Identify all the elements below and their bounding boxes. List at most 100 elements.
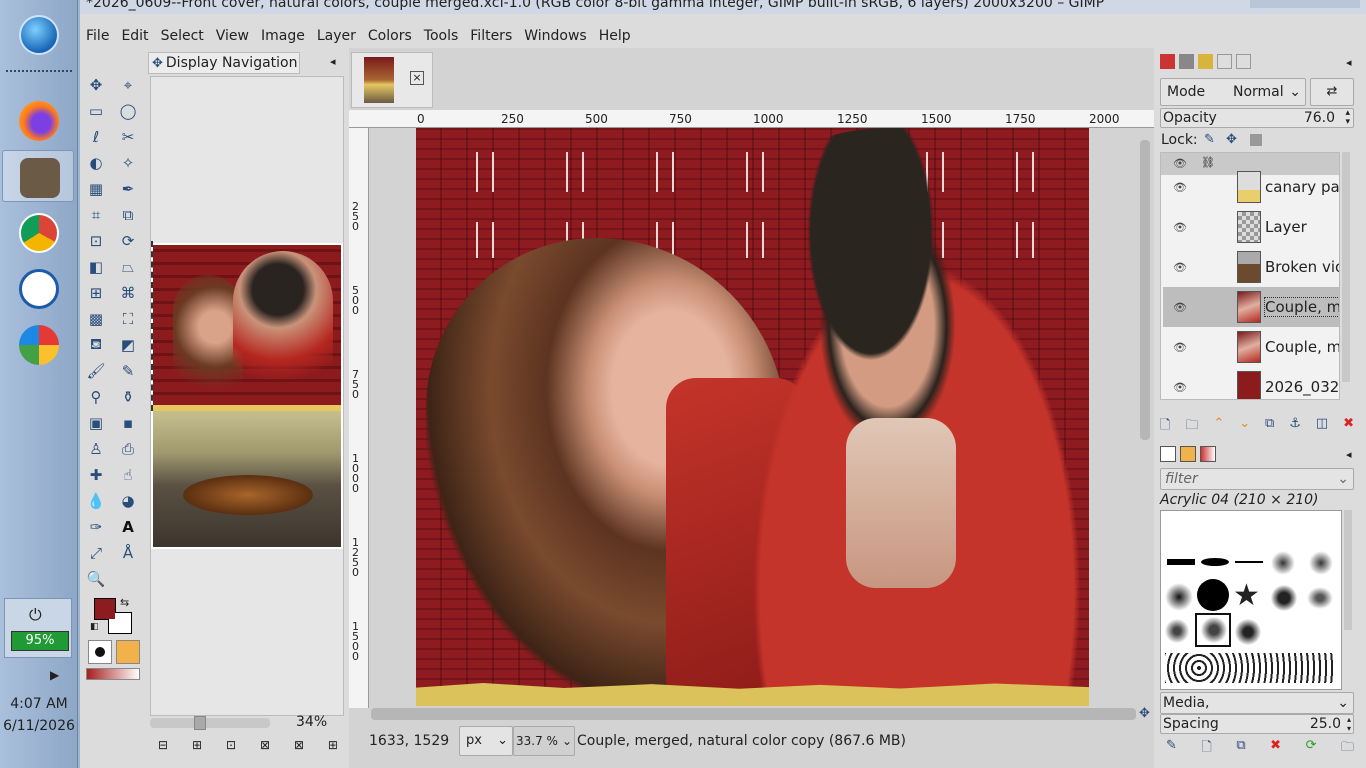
paths-tab-icon[interactable] xyxy=(1198,54,1213,69)
airbrush-icon[interactable]: ⚲ xyxy=(84,386,108,408)
move-tool-icon[interactable]: ✥ xyxy=(84,74,108,96)
foreground-select-icon[interactable]: ◐ xyxy=(84,152,108,174)
color-select-icon[interactable]: ▦ xyxy=(84,178,108,200)
brushes-tab-icon[interactable] xyxy=(1160,446,1176,462)
ellipse-select-icon[interactable]: ◯ xyxy=(116,100,140,122)
brush-grid[interactable]: ★ xyxy=(1160,510,1342,690)
mypaint-brush-icon[interactable]: ▣ xyxy=(84,412,108,434)
eye-icon[interactable]: 👁 xyxy=(1173,221,1187,234)
crop-tool-icon[interactable]: ⌗ xyxy=(84,204,108,226)
new-brush-icon[interactable]: 🗋 xyxy=(1201,738,1211,760)
perspective-clone-icon[interactable]: ⎙ xyxy=(116,438,140,460)
tab-display-navigation[interactable]: ✥ Display Navigation xyxy=(148,52,300,74)
duplicate-brush-icon[interactable]: ⧉ xyxy=(1236,738,1245,760)
eraser-icon[interactable]: ▪ xyxy=(116,412,140,434)
scale-tool-icon[interactable]: ⊡ xyxy=(84,230,108,252)
layer-row[interactable]: 👁 Layer xyxy=(1163,207,1339,247)
refresh-brushes-icon[interactable]: ⟳ xyxy=(1306,738,1317,760)
rotate-tool-icon[interactable]: ⟳ xyxy=(116,230,140,252)
text-tool-icon[interactable]: A xyxy=(116,516,140,538)
new-layer-icon[interactable]: 🗋 xyxy=(1160,416,1170,438)
image-tab[interactable]: × xyxy=(351,52,433,108)
images-tab-icon[interactable] xyxy=(1236,54,1251,69)
window-titlebar[interactable]: *2026_0609--Front cover, natural colors,… xyxy=(80,0,1366,14)
reset-colors-icon[interactable]: ◧ xyxy=(90,622,99,632)
blur-tool-icon[interactable]: 💧 xyxy=(84,490,108,512)
brush-filter-field[interactable]: filter ⌄ xyxy=(1160,468,1354,490)
lock-alpha-icon[interactable] xyxy=(1250,134,1262,146)
gradient-tool-icon[interactable]: ◩ xyxy=(116,334,140,356)
brush-tag-field[interactable]: Media, ⌄ xyxy=(1160,692,1354,714)
pattern-preview[interactable] xyxy=(116,640,140,664)
tray-expand-icon[interactable]: ▶ xyxy=(50,668,59,682)
layers-scrollbar[interactable] xyxy=(1342,152,1350,382)
nav-zoom-slider[interactable] xyxy=(150,716,270,730)
smudge-tool-icon[interactable]: ☝ xyxy=(116,464,140,486)
mode-switch[interactable]: ⇄ xyxy=(1310,78,1354,106)
rect-select-icon[interactable]: ▭ xyxy=(84,100,108,122)
navigation-preview[interactable] xyxy=(151,243,343,549)
patterns-tab-icon[interactable] xyxy=(1180,446,1196,462)
image-canvas[interactable] xyxy=(416,128,1089,706)
mode-select[interactable]: Mode Normal ⌄ xyxy=(1160,78,1306,106)
handle-transform-icon[interactable]: ⛶ xyxy=(116,308,140,330)
taskbar-photos-app[interactable] xyxy=(2,318,74,370)
lasso-icon[interactable]: ℓ xyxy=(84,126,108,148)
zoom-select[interactable]: 33.7 % ⌄ xyxy=(513,726,575,756)
clock-time[interactable]: 4:07 AM xyxy=(0,696,78,712)
mask-layer-icon[interactable]: ◫ xyxy=(1316,416,1328,438)
menu-layer[interactable]: Layer xyxy=(311,24,362,48)
warp-transform-icon[interactable]: ⌘ xyxy=(116,282,140,304)
brush-preview[interactable] xyxy=(88,640,112,664)
taskbar-firefox[interactable] xyxy=(2,94,74,146)
opacity-spinner[interactable]: Opacity 76.0 ▴ ▾ xyxy=(1160,108,1354,128)
window-controls[interactable] xyxy=(1250,0,1360,8)
unit-select[interactable]: px ⌄ xyxy=(459,726,513,756)
zoom-tool-icon[interactable]: 🔍 xyxy=(84,568,108,590)
menu-colors[interactable]: Colors xyxy=(362,24,418,48)
clone-tool-icon[interactable]: ♙ xyxy=(84,438,108,460)
layer-row-selected[interactable]: 👁 Couple, me xyxy=(1163,287,1339,327)
dock-menu-icon[interactable]: ◂ xyxy=(1346,448,1352,461)
zoom-fit-icon[interactable]: ⊠ xyxy=(260,738,270,752)
brush-scrollbar[interactable] xyxy=(1344,510,1352,630)
layers-list[interactable]: 👁⛓ 👁canary pap 👁Layer 👁Broken vio 👁Coupl… xyxy=(1160,152,1340,400)
zoom-1to1-icon[interactable]: ⊡ xyxy=(226,738,236,752)
battery-tray[interactable]: ⏻ 95% xyxy=(4,598,72,658)
bucket-fill-icon[interactable]: ⛾ xyxy=(84,334,108,356)
eye-icon[interactable]: 👁 xyxy=(1173,381,1187,394)
paintbrush-icon[interactable]: 🖌 xyxy=(84,360,108,382)
perspective-tool-icon[interactable]: ⏢ xyxy=(116,256,140,278)
lower-layer-icon[interactable]: ⌄ xyxy=(1239,416,1250,438)
nav-zoom-thumb[interactable] xyxy=(194,716,206,730)
paths-tool-icon[interactable]: ✒ xyxy=(116,178,140,200)
taskbar-pen-app[interactable] xyxy=(2,262,74,314)
delete-layer-icon[interactable]: ✖ xyxy=(1343,416,1354,438)
taskbar-chrome[interactable] xyxy=(2,206,74,258)
clock-date[interactable]: 6/11/2026 xyxy=(0,718,78,734)
delete-brush-icon[interactable]: ✖ xyxy=(1270,738,1281,760)
new-group-icon[interactable]: 🗀 xyxy=(1185,416,1198,438)
open-brush-folder-icon[interactable]: 🗀 xyxy=(1341,738,1354,760)
measure-tool-icon[interactable]: Å xyxy=(116,542,140,564)
cage-transform-icon[interactable]: ⊞ xyxy=(84,282,108,304)
checker-tool-icon[interactable]: ▩ xyxy=(84,308,108,330)
heal-tool-icon[interactable]: ✚ xyxy=(84,464,108,486)
menu-edit[interactable]: Edit xyxy=(115,24,154,48)
eye-icon[interactable]: 👁 xyxy=(1173,181,1187,194)
menu-windows[interactable]: Windows xyxy=(518,24,593,48)
menu-view[interactable]: View xyxy=(210,24,255,48)
dock-menu-icon[interactable]: ◂ xyxy=(330,55,336,68)
gradient-preview[interactable] xyxy=(86,668,140,680)
lock-pixels-icon[interactable]: ✎ xyxy=(1204,132,1215,147)
horizontal-ruler[interactable]: 0 250 500 750 1000 1250 1500 1750 2000 xyxy=(349,110,1154,128)
layer-row[interactable]: 👁 Couple, me xyxy=(1163,327,1339,367)
menu-file[interactable]: File xyxy=(80,24,115,48)
shrink-wrap-icon[interactable]: ⊞ xyxy=(328,738,338,752)
paths-pen-icon[interactable]: ✑ xyxy=(84,516,108,538)
start-button[interactable] xyxy=(2,8,74,60)
eye-icon[interactable]: 👁 xyxy=(1173,301,1187,314)
scissors-icon[interactable]: ✂ xyxy=(116,126,140,148)
taskbar-gimp[interactable] xyxy=(2,150,74,202)
duplicate-layer-icon[interactable]: ⧉ xyxy=(1265,416,1274,438)
